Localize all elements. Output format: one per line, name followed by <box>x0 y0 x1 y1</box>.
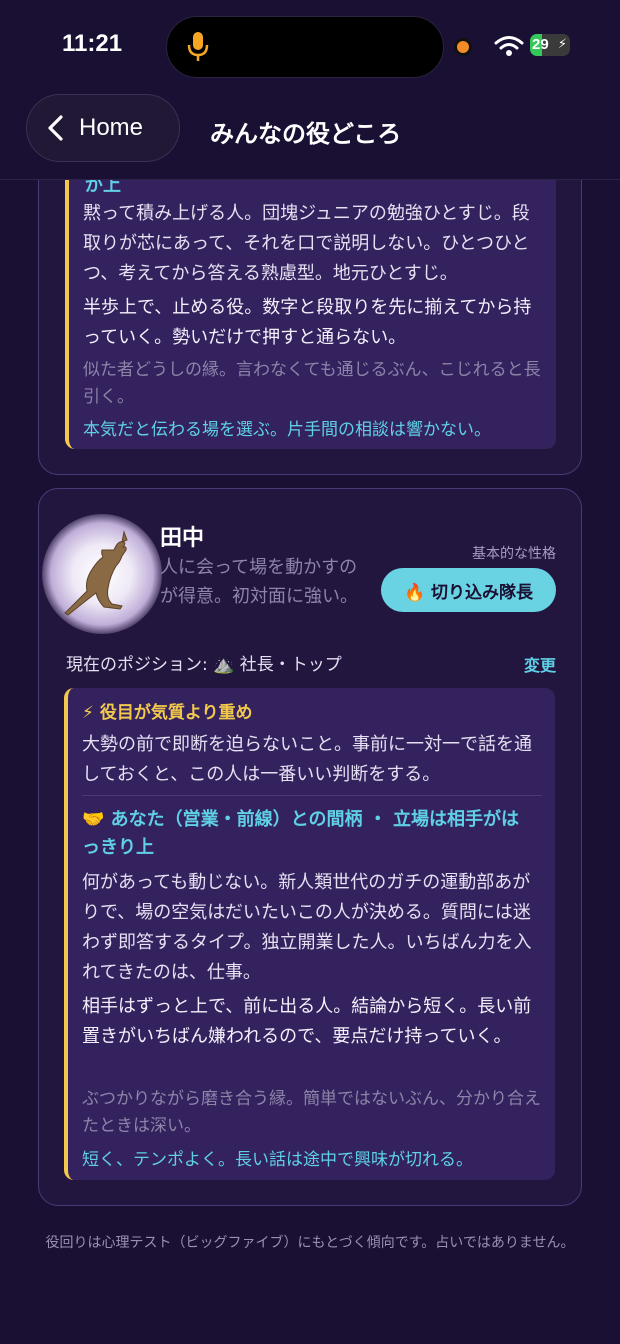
dynamic-island <box>166 16 444 78</box>
back-button[interactable]: Home <box>26 94 180 162</box>
role-advice: 相手はずっと上で、前に出る人。結論から短く。長い前置きがいちばん嫌われるので、要… <box>82 996 532 1047</box>
camera-indicator-icon <box>457 41 469 53</box>
relationship-note: ぶつかりながら磨き合う縁。簡単ではないぶん、分かり合えたときは深い。 <box>82 1089 541 1136</box>
person-description: 黙って積み上げる人。団塊ジュニアの勉強ひとすじ。段取りが芯にあって、それを口で説… <box>83 203 530 284</box>
charging-bolt-icon: ⚡ <box>557 37 567 52</box>
role-advice: 半歩上で、止める役。数字と段取りを先に揃えてから持っていく。勢いだけで押すと通ら… <box>83 297 532 348</box>
approach-tip: 短く、テンポよく。長い話は途中で興味が切れる。 <box>82 1150 473 1170</box>
current-position: 現在のポジション: ⛰️ 社長・トップ <box>66 655 342 675</box>
navigation-bar: Home みんなの役どころ <box>0 92 620 180</box>
wifi-icon <box>494 36 524 56</box>
page-title: みんなの役どころ <box>210 120 402 148</box>
trait-badge: 🔥 切り込み隊長 <box>381 568 556 612</box>
status-bar: 11:21 29 ⚡ <box>0 0 620 92</box>
divider <box>82 795 542 796</box>
relationship-panel: ⚡ 役目が気質より重め 大勢の前で即断を迫らないこと。事前に一対一で話を通してお… <box>64 688 555 1180</box>
chevron-left-icon <box>48 115 63 141</box>
relationship-heading-line-1: 🤝 あなた（営業・前線）との間柄 ・ 立場は相手がは <box>82 809 520 830</box>
relationship-note: 似た者どうしの縁。言わなくても通じるぶん、こじれると長引く。 <box>83 360 541 407</box>
battery-indicator: 29 ⚡ <box>530 34 570 56</box>
person-subtitle: 人に会って場を動かすのが得意。初対面に強い。 <box>160 557 358 607</box>
warning-text: 大勢の前で即断を迫らないこと。事前に一対一で話を通しておくと、この人は一番いい判… <box>82 734 532 785</box>
trait-label: 基本的な性格 <box>472 546 556 562</box>
approach-tip: 本気だと伝わる場を選ぶ。片手間の相談は響かない。 <box>83 420 491 440</box>
person-description: 何があっても動じない。新人類世代のガチの運動部あがりで、場の空気はだいたいこの人… <box>82 872 532 983</box>
avatar <box>42 514 162 634</box>
kangaroo-icon <box>64 530 128 616</box>
relationship-heading-line-2: っきり上 <box>82 837 154 858</box>
back-button-label: Home <box>79 114 144 141</box>
microphone-icon <box>187 32 209 61</box>
status-time: 11:21 <box>62 30 123 57</box>
warning-heading: ⚡ 役目が気質より重め <box>82 703 253 723</box>
change-position-button[interactable]: 変更 <box>524 652 556 676</box>
footer-disclaimer: 役回りは心理テスト（ビッグファイブ）にもとづく傾向です。占いではありません。 <box>45 1235 575 1251</box>
person-name: 田中 <box>160 526 205 551</box>
